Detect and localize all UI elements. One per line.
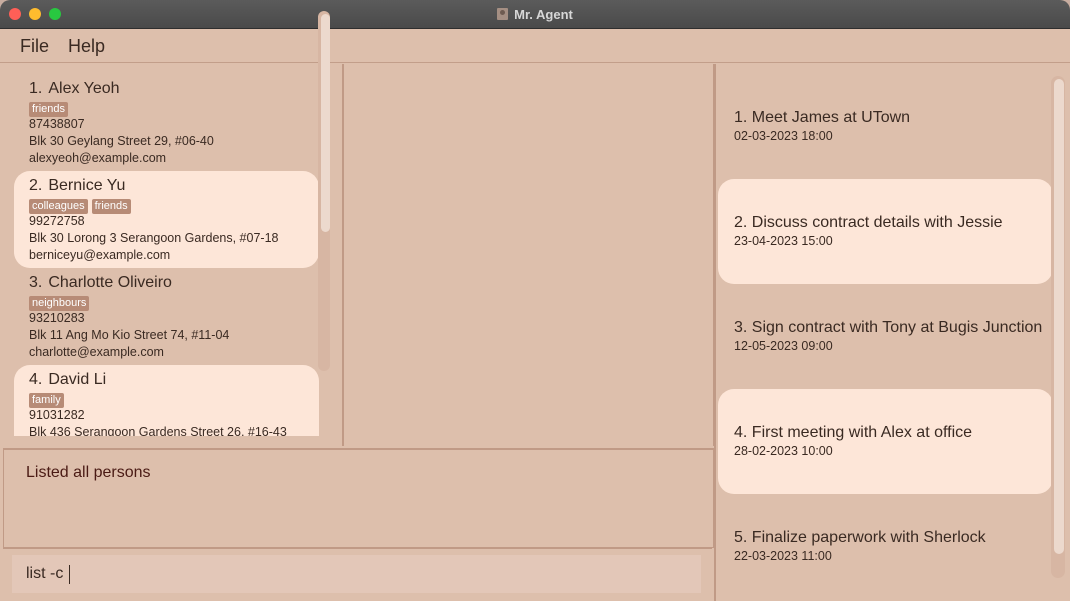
person-email: berniceyu@example.com (29, 248, 171, 262)
detail-panel (346, 64, 715, 446)
meeting-card-3[interactable]: 3. Sign contract with Tony at Bugis Junc… (718, 284, 1053, 389)
person-phone: 99272758 (29, 214, 85, 228)
person-list[interactable]: 1. Alex Yeoh friends 87438807 Blk 30 Geyl… (14, 74, 319, 436)
meeting-title: 1. Meet James at UTown (734, 109, 911, 126)
person-address: Blk 11 Ang Mo Kio Street 74, #11-04 (29, 328, 230, 342)
person-name: Alex Yeoh (48, 80, 120, 97)
meeting-card-1[interactable]: 1. Meet James at UTown 02-03-2023 18:00 (718, 74, 1053, 179)
person-phone: 91031282 (29, 408, 85, 422)
menu-help[interactable]: Help (68, 36, 105, 57)
meeting-time: 28-02-2023 10:00 (734, 444, 833, 458)
tag-badge: neighbours (29, 296, 90, 311)
person-card-2[interactable]: 2. Bernice Yu colleagues friends 99272758 … (14, 171, 319, 268)
tag-badge: friends (91, 199, 131, 214)
meeting-card-4[interactable]: 4. First meeting with Alex at office 28-… (718, 389, 1053, 494)
person-email: alexyeoh@example.com (29, 151, 167, 165)
meeting-title: 5. Finalize paperwork with Sherlock (734, 529, 986, 546)
meeting-time: 22-03-2023 11:00 (734, 549, 832, 563)
person-name-row: 4. David Li (29, 370, 319, 390)
meeting-title: 4. First meeting with Alex at office (734, 424, 973, 441)
tag-badge: friends (29, 102, 69, 117)
command-box (3, 547, 712, 599)
person-name: Bernice Yu (48, 177, 126, 194)
person-index: 4. (29, 371, 43, 388)
person-tags: friends (29, 99, 319, 117)
result-display: Listed all persons (3, 448, 714, 548)
command-input[interactable] (12, 555, 701, 593)
menu-file[interactable]: File (20, 36, 49, 57)
person-list-scroll-thumb[interactable] (321, 14, 330, 232)
text-caret (69, 565, 70, 584)
person-tags: colleagues friends (29, 196, 319, 214)
person-address: Blk 436 Serangoon Gardens Street 26, #16… (29, 425, 287, 436)
meeting-card-5[interactable]: 5. Finalize paperwork with Sherlock 22-0… (718, 494, 1053, 589)
tag-badge: family (29, 393, 64, 408)
tag-badge: colleagues (29, 199, 88, 214)
person-address: Blk 30 Geylang Street 29, #06-40 (29, 134, 214, 148)
window-title-wrap: Mr. Agent (0, 0, 1070, 28)
app-window: Mr. Agent File Help 1. Alex Yeoh friends … (0, 0, 1070, 601)
person-list-panel: 1. Alex Yeoh friends 87438807 Blk 30 Geyl… (3, 64, 344, 446)
person-address: Blk 30 Lorong 3 Serangoon Gardens, #07-1… (29, 231, 279, 245)
person-tags: neighbours (29, 293, 319, 311)
meeting-title: 3. Sign contract with Tony at Bugis Junc… (734, 319, 1043, 336)
person-name: Charlotte Oliveiro (48, 274, 172, 291)
person-index: 2. (29, 177, 43, 194)
person-name-row: 2. Bernice Yu (29, 176, 319, 196)
person-name-row: 3. Charlotte Oliveiro (29, 273, 319, 293)
meeting-title: 2. Discuss contract details with Jessie (734, 214, 1003, 231)
person-index: 1. (29, 80, 43, 97)
person-card-3[interactable]: 3. Charlotte Oliveiro neighbours 93210283… (14, 268, 319, 365)
person-card-4[interactable]: 4. David Li family 91031282 Blk 436 Seran… (14, 365, 319, 436)
meeting-card-2[interactable]: 2. Discuss contract details with Jessie … (718, 179, 1053, 284)
person-name: David Li (48, 371, 107, 388)
meeting-time: 23-04-2023 15:00 (734, 234, 833, 248)
person-index: 3. (29, 274, 43, 291)
person-email: charlotte@example.com (29, 345, 164, 359)
person-phone: 93210283 (29, 311, 85, 325)
person-card-1[interactable]: 1. Alex Yeoh friends 87438807 Blk 30 Geyl… (14, 74, 319, 171)
window-title: Mr. Agent (514, 6, 573, 22)
person-phone: 87438807 (29, 117, 85, 131)
meeting-time: 02-03-2023 18:00 (734, 129, 833, 143)
person-name-row: 1. Alex Yeoh (29, 79, 319, 99)
meeting-list-scroll-thumb[interactable] (1054, 79, 1064, 554)
person-tags: family (29, 390, 319, 408)
meeting-list-panel: 1. Meet James at UTown 02-03-2023 18:00 … (714, 64, 1070, 601)
title-bar: Mr. Agent (0, 0, 1070, 29)
meeting-time: 12-05-2023 09:00 (734, 339, 833, 353)
meeting-list[interactable]: 1. Meet James at UTown 02-03-2023 18:00 … (718, 74, 1053, 589)
menu-bar: File Help (0, 29, 1070, 63)
result-text: Listed all persons (26, 464, 151, 481)
app-icon (497, 8, 509, 20)
